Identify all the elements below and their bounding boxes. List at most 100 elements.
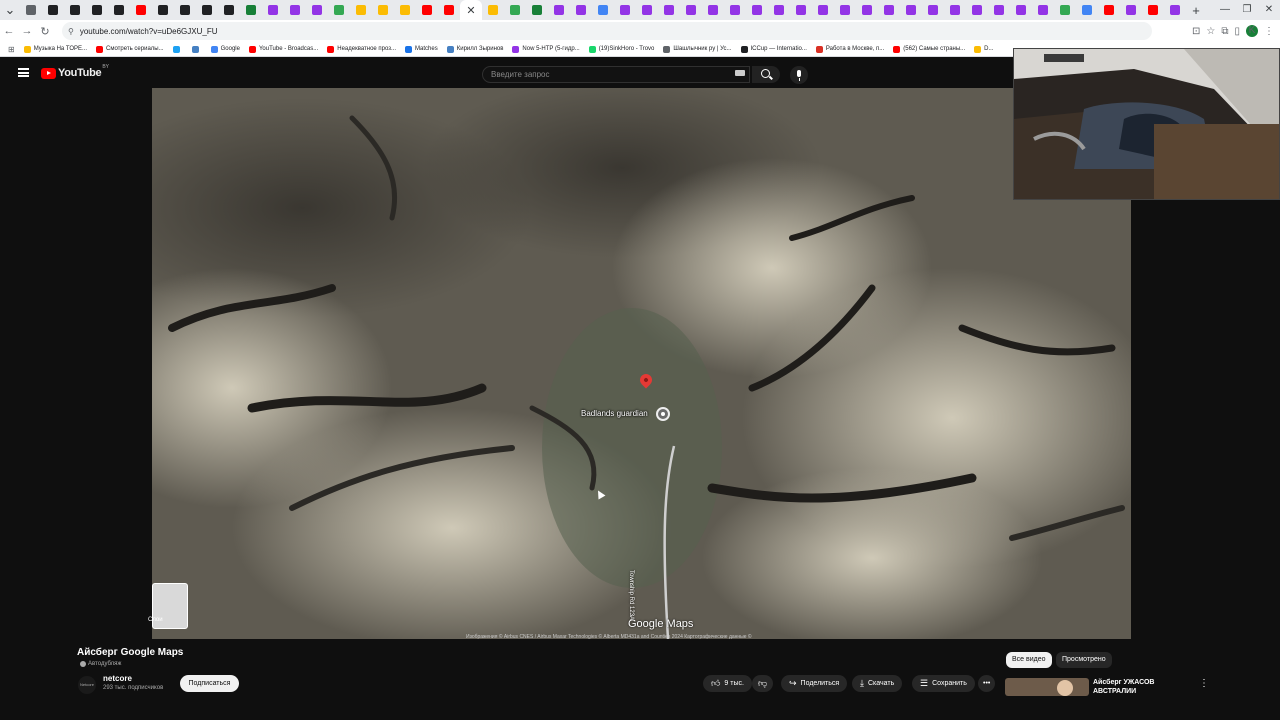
profile-avatar[interactable]: K — [1246, 25, 1258, 37]
browser-tab[interactable] — [1010, 0, 1032, 20]
keyboard-icon[interactable] — [735, 70, 745, 76]
browser-tab[interactable] — [592, 0, 614, 20]
bookmark-item[interactable] — [191, 45, 202, 53]
place-pin-icon[interactable] — [656, 407, 670, 421]
browser-tab[interactable] — [350, 0, 372, 20]
url-field[interactable]: ⚲ youtube.com/watch?v=uDe6GJXU_FU — [62, 22, 1152, 40]
browser-tab[interactable] — [988, 0, 1010, 20]
bookmark-item[interactable]: Работа в Москве, п... — [815, 45, 884, 53]
browser-tab[interactable] — [1120, 0, 1142, 20]
browser-tab[interactable] — [218, 0, 240, 20]
channel-avatar[interactable]: Netcore — [78, 676, 96, 694]
browser-tab[interactable] — [42, 0, 64, 20]
recommended-more-icon[interactable]: ⋮ — [1199, 678, 1209, 689]
browser-tab[interactable] — [702, 0, 724, 20]
browser-tab[interactable] — [438, 0, 460, 20]
browser-tab[interactable] — [768, 0, 790, 20]
bookmark-item[interactable] — [172, 45, 183, 53]
browser-tab[interactable] — [570, 0, 592, 20]
browser-tab[interactable] — [1098, 0, 1120, 20]
download-button[interactable]: ⤓ Скачать — [852, 675, 903, 692]
browser-tab[interactable] — [834, 0, 856, 20]
browser-tab[interactable] — [900, 0, 922, 20]
new-tab-button[interactable]: + — [1186, 3, 1206, 18]
browser-tab[interactable] — [130, 0, 152, 20]
bookmark-item[interactable]: ICCup — Internatio... — [740, 45, 807, 53]
browser-tab[interactable] — [746, 0, 768, 20]
browser-tab[interactable] — [64, 0, 86, 20]
browser-tab[interactable] — [416, 0, 438, 20]
extensions-icon[interactable]: ⧉ — [1221, 26, 1228, 37]
browser-tab[interactable] — [306, 0, 328, 20]
minimize-icon[interactable]: — — [1214, 0, 1236, 20]
browser-tab[interactable] — [966, 0, 988, 20]
browser-tab[interactable] — [812, 0, 834, 20]
browser-tab[interactable] — [1164, 0, 1186, 20]
bookmark-item[interactable]: (562) Самые страны... — [893, 45, 965, 53]
apps-grid-icon[interactable]: ⊞ — [8, 45, 15, 54]
browser-tab[interactable] — [328, 0, 350, 20]
forward-icon[interactable]: → — [18, 25, 36, 37]
browser-tab[interactable] — [856, 0, 878, 20]
recommended-thumbnail[interactable] — [1005, 678, 1089, 696]
browser-tab[interactable] — [878, 0, 900, 20]
site-info-icon[interactable]: ⚲ — [68, 27, 74, 36]
bookmark-item[interactable]: Музыка На ТОРЕ... — [23, 45, 87, 53]
browser-tab[interactable] — [1076, 0, 1098, 20]
bookmark-star-icon[interactable]: ☆ — [1206, 26, 1215, 37]
browser-tab[interactable] — [108, 0, 130, 20]
sidepanel-icon[interactable]: ▯ — [1234, 26, 1240, 37]
browser-tab[interactable] — [394, 0, 416, 20]
browser-tab[interactable] — [504, 0, 526, 20]
bookmark-item[interactable]: YouTube - Broadcas... — [248, 45, 318, 53]
browser-tab[interactable] — [262, 0, 284, 20]
bookmark-item[interactable]: (19)SinkHoro - Trovo — [588, 45, 654, 53]
browser-tab[interactable] — [658, 0, 680, 20]
browser-tab[interactable] — [548, 0, 570, 20]
share-button[interactable]: ↪ Поделиться — [781, 675, 848, 692]
search-button[interactable] — [752, 66, 780, 83]
browser-tab[interactable] — [1054, 0, 1076, 20]
browser-tab[interactable] — [1032, 0, 1054, 20]
channel-name[interactable]: netcore — [103, 674, 132, 683]
search-input[interactable]: Введите запрос — [482, 66, 750, 83]
back-icon[interactable]: ← — [0, 25, 18, 37]
close-window-icon[interactable]: ✕ — [1258, 0, 1280, 20]
bookmark-item[interactable]: D... — [974, 45, 994, 53]
bookmark-item[interactable]: Кирилл Зыринов — [446, 45, 503, 53]
hamburger-menu-icon[interactable] — [18, 68, 29, 77]
save-button[interactable]: ☰ Сохранить — [912, 675, 975, 692]
browser-tab[interactable] — [636, 0, 658, 20]
browser-tab[interactable] — [922, 0, 944, 20]
browser-tab[interactable] — [680, 0, 702, 20]
browser-tab[interactable] — [1142, 0, 1164, 20]
place-label[interactable]: Badlands guardian — [581, 409, 648, 418]
browser-tab[interactable] — [482, 0, 504, 20]
maximize-icon[interactable]: ❐ — [1236, 0, 1258, 20]
voice-search-button[interactable] — [790, 66, 808, 84]
browser-tab[interactable] — [944, 0, 966, 20]
bookmark-item[interactable]: Google — [210, 45, 240, 53]
browser-menu-icon[interactable]: ⋮ — [1264, 26, 1274, 37]
browser-tab[interactable] — [284, 0, 306, 20]
browser-tab[interactable] — [724, 0, 746, 20]
more-actions-button[interactable]: ••• — [978, 675, 996, 692]
browser-tab[interactable] — [174, 0, 196, 20]
auto-dub-badge[interactable]: Автодубляж — [80, 661, 121, 667]
tab-search-icon[interactable]: ⌄ — [0, 2, 20, 18]
browser-tab[interactable] — [614, 0, 636, 20]
browser-tab[interactable] — [526, 0, 548, 20]
bookmark-item[interactable]: Смотреть сериалы... — [96, 45, 164, 53]
video-player[interactable] — [152, 88, 1131, 639]
install-icon[interactable]: ⊡ — [1192, 26, 1200, 37]
recommended-title[interactable]: Айсберг УЖАСОВ АВСТРАЛИИ — [1093, 678, 1173, 696]
chip-watched[interactable]: Просмотрено — [1056, 652, 1112, 668]
bookmark-item[interactable]: Шашлычник ру | Ус... — [663, 45, 732, 53]
browser-tab-active[interactable]: ✕ — [460, 0, 482, 20]
reload-icon[interactable]: ↻ — [36, 25, 54, 38]
browser-tab[interactable] — [240, 0, 262, 20]
dislike-button[interactable]: 👎︎ — [752, 675, 774, 692]
browser-tab[interactable] — [152, 0, 174, 20]
browser-tab[interactable] — [20, 0, 42, 20]
browser-tab[interactable] — [196, 0, 218, 20]
